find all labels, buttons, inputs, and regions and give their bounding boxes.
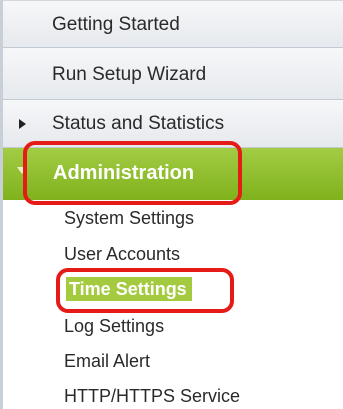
triangle-right-icon	[19, 119, 26, 129]
submenu-item-http-https-service[interactable]: HTTP/HTTPS Service	[64, 387, 240, 405]
menu-item-label: Run Setup Wizard	[52, 64, 207, 85]
submenu-item-system-settings[interactable]: System Settings	[64, 209, 194, 227]
highlight-box-administration	[23, 141, 242, 205]
submenu-item-user-accounts[interactable]: User Accounts	[64, 245, 180, 263]
submenu-item-email-alert[interactable]: Email Alert	[64, 352, 150, 370]
menu-item-label: Getting Started	[52, 14, 180, 35]
menu-item-label: Status and Statistics	[52, 113, 225, 134]
highlight-box-time-settings	[56, 268, 234, 313]
menu-item-run-setup-wizard[interactable]: Run Setup Wizard	[3, 48, 343, 100]
submenu-item-log-settings[interactable]: Log Settings	[64, 317, 164, 335]
navigation-menu: Getting Started Run Setup Wizard Status …	[0, 0, 343, 409]
menu-item-getting-started[interactable]: Getting Started	[3, 0, 343, 48]
